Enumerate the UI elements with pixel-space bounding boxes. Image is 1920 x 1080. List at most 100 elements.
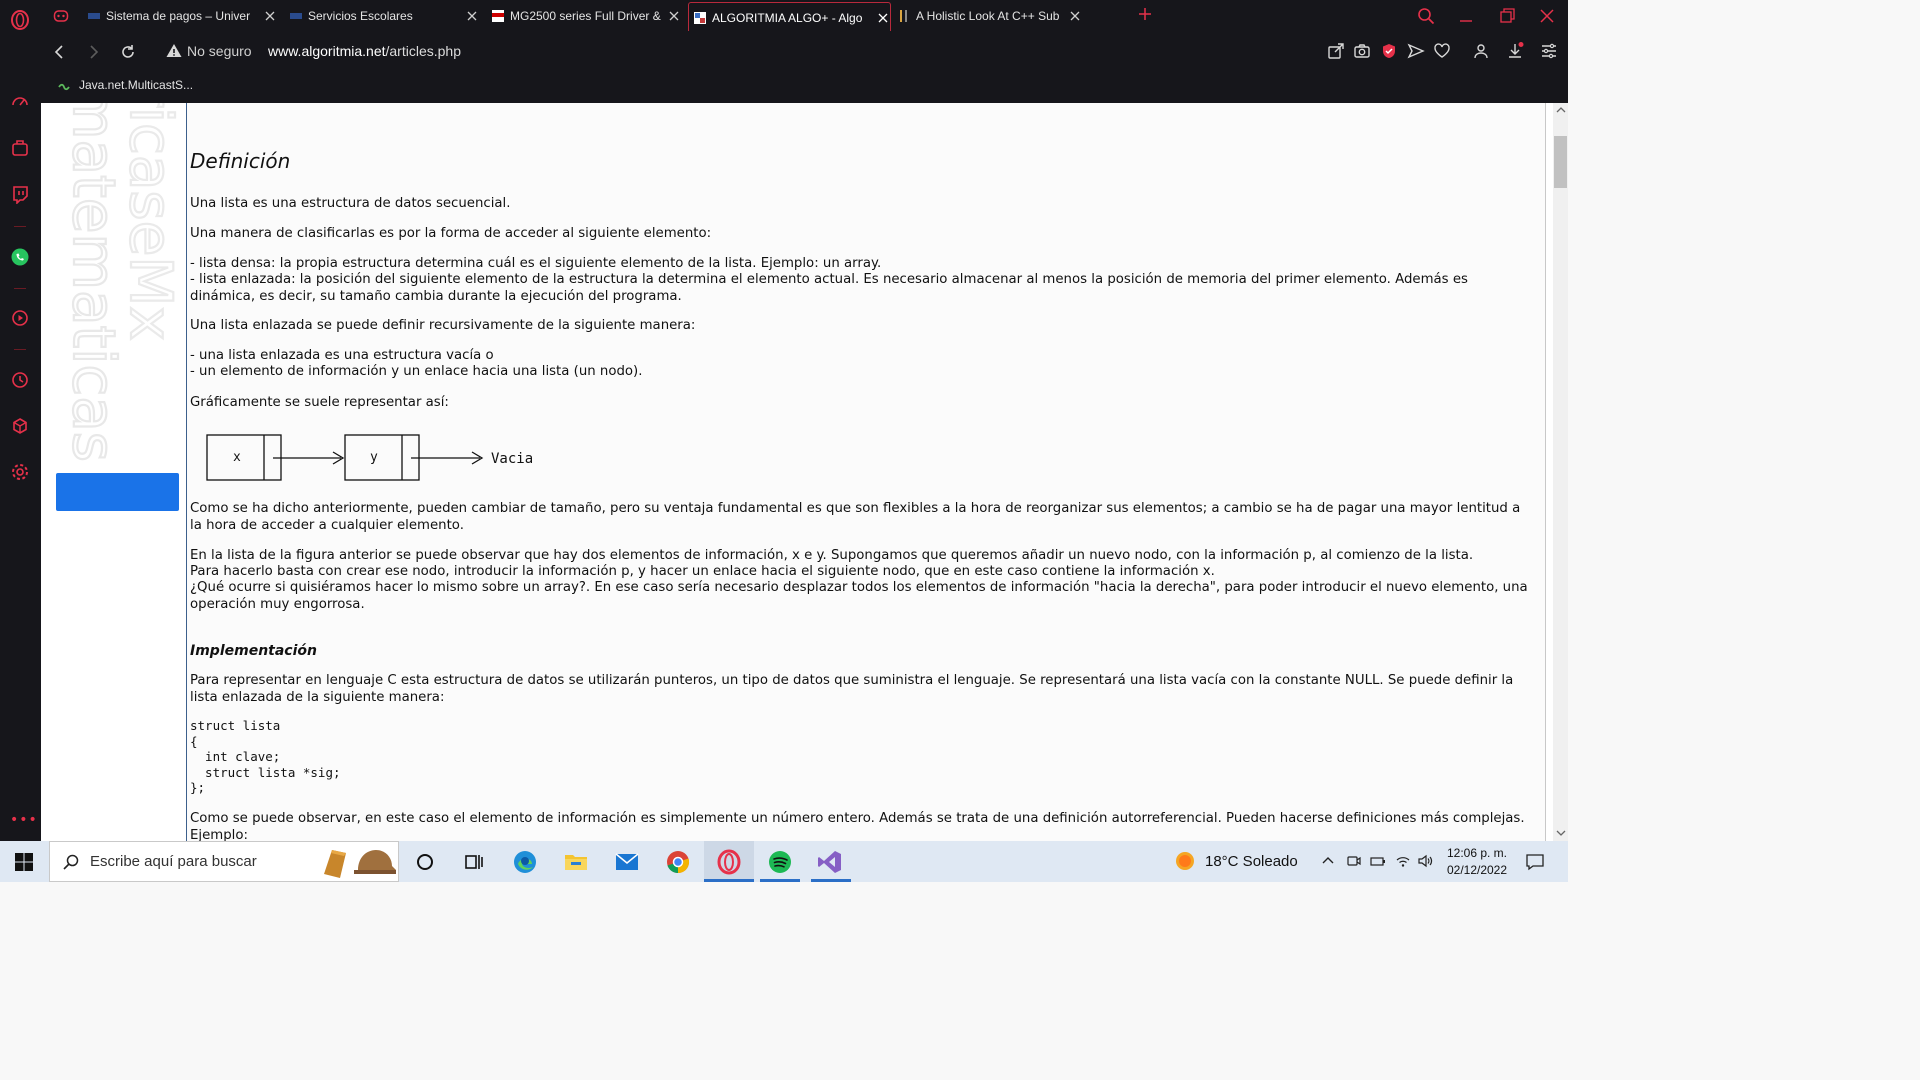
whatsapp-icon[interactable] (10, 247, 30, 267)
cortana-icon[interactable] (411, 848, 439, 876)
workspaces-icon[interactable] (53, 8, 69, 24)
close-tab-icon[interactable] (876, 11, 890, 25)
account-icon[interactable] (1472, 42, 1490, 60)
null-label: Vacia (491, 451, 533, 467)
close-window-icon[interactable] (1537, 6, 1557, 26)
opera-sidebar: ••• (0, 0, 41, 841)
extensions-icon[interactable] (10, 416, 30, 436)
page-scrollbar[interactable] (1553, 103, 1568, 841)
new-tab-plus-icon[interactable] (1138, 7, 1152, 21)
file-explorer-icon[interactable] (562, 848, 590, 876)
windows-start-icon[interactable] (14, 852, 34, 872)
search-tabs-icon[interactable] (1416, 6, 1436, 26)
watermark-logo: matematicas ricaseMx (59, 103, 179, 463)
system-clock[interactable]: 12:06 p. m. 02/12/2022 (1437, 845, 1517, 879)
scroll-down-arrow-icon[interactable] (1556, 828, 1566, 838)
algoritmia-favicon-icon (694, 11, 706, 24)
list-bullet: - un elemento de información y un enlace… (190, 364, 643, 379)
send-flow-icon[interactable] (1407, 42, 1425, 60)
clock-date: 02/12/2022 (1446, 863, 1508, 877)
twitch-icon[interactable] (10, 184, 30, 204)
meet-now-icon[interactable] (1346, 853, 1362, 869)
paragraph: En la lista de la figura anterior se pue… (190, 548, 1474, 563)
tab-sistema-de-pagos[interactable]: Sistema de pagos – Univer (87, 0, 277, 31)
bookmark-favicon-icon (58, 83, 70, 91)
tab-holistic-cpp[interactable]: A Holistic Look At C++ Sub (897, 0, 1082, 31)
history-icon[interactable] (10, 370, 30, 390)
node-y-box (344, 434, 420, 481)
tab-servicios-escolares[interactable]: Servicios Escolares (289, 0, 479, 31)
taskbar-search-box[interactable]: Escribe aquí para buscar (49, 841, 399, 882)
scroll-up-arrow-icon[interactable] (1556, 105, 1566, 115)
volume-icon[interactable] (1417, 853, 1433, 869)
downloads-icon[interactable] (1506, 42, 1524, 60)
restore-window-icon[interactable] (1497, 6, 1517, 26)
edge-browser-icon[interactable] (511, 848, 539, 876)
warning-triangle-icon[interactable] (165, 42, 183, 60)
paragraph: ¿Qué ocurre si quisiéramos hacer lo mism… (190, 580, 1528, 612)
close-tab-icon[interactable] (667, 9, 681, 23)
close-tab-icon[interactable] (263, 9, 277, 23)
bookmark-item[interactable]: Java.net.MulticastS... (57, 78, 193, 92)
gaming-icon[interactable] (10, 138, 30, 158)
canon-favicon-icon (492, 9, 504, 22)
tab-title: Sistema de pagos – Univer (106, 8, 251, 23)
forward-arrow-icon[interactable] (84, 43, 102, 61)
battery-icon[interactable] (1370, 853, 1386, 869)
address-bar: No seguro www.algoritmia.net/articles.ph… (41, 31, 1568, 72)
back-arrow-icon[interactable] (51, 43, 69, 61)
settings-gear-icon[interactable] (10, 462, 30, 482)
search-highlight-illustration-icon[interactable] (320, 844, 398, 880)
opera-logo-icon[interactable] (10, 10, 30, 30)
node-x-label: x (233, 450, 241, 465)
sidebar-separator (14, 226, 26, 227)
task-view-icon[interactable] (460, 848, 488, 876)
list-bullet: - una lista enlazada es una estructura v… (190, 348, 494, 363)
mail-icon[interactable] (613, 848, 641, 876)
search-placeholder: Escribe aquí para buscar (90, 853, 257, 870)
paragraph: Una manera de clasificarlas es por la fo… (190, 226, 712, 241)
security-label[interactable]: No seguro (187, 43, 252, 59)
tab-mg2500-driver[interactable]: MG2500 series Full Driver & (491, 0, 681, 31)
close-tab-icon[interactable] (465, 9, 479, 23)
clock-time: 12:06 p. m. (1446, 846, 1508, 860)
running-app-indicator (811, 879, 851, 882)
node-y-label: y (370, 450, 378, 465)
weather-label[interactable]: 18°C Soleado (1205, 853, 1298, 870)
url-field[interactable]: www.algoritmia.net/articles.php (268, 43, 461, 59)
sidebar-separator (14, 288, 26, 289)
more-options-icon[interactable]: ••• (10, 812, 38, 828)
search-icon (63, 854, 79, 870)
list-bullet: - lista densa: la propia estructura dete… (190, 256, 882, 271)
url-path: /articles.php (385, 43, 461, 59)
share-icon[interactable] (1327, 42, 1345, 60)
close-tab-icon[interactable] (1068, 9, 1082, 23)
scrollbar-thumb[interactable] (1554, 136, 1567, 188)
blue-banner[interactable] (56, 473, 179, 511)
svg-text:ricaseMx: ricaseMx (117, 103, 179, 341)
bookmark-label: Java.net.MulticastS... (79, 78, 194, 92)
spotify-icon[interactable] (766, 848, 794, 876)
windows-taskbar: Escribe aquí para buscar 18°C Soleado 12… (0, 841, 1568, 882)
player-icon[interactable] (10, 308, 30, 328)
notifications-icon[interactable] (1525, 852, 1545, 872)
node-x-box (206, 434, 282, 481)
visual-studio-icon[interactable] (816, 848, 844, 876)
sidebar-separator (14, 349, 26, 350)
speed-dial-icon[interactable] (10, 92, 30, 112)
easy-setup-icon[interactable] (1540, 42, 1558, 60)
heart-bookmark-icon[interactable] (1433, 42, 1451, 60)
adblock-shield-icon[interactable] (1380, 42, 1398, 60)
opera-taskbar-icon[interactable] (715, 848, 743, 876)
tab-algoritmia[interactable]: ALGORITMIA ALGO+ - Algo (688, 2, 891, 32)
paragraph: Una lista enlazada se puede definir recu… (190, 318, 696, 333)
show-hidden-icons-chevron-icon[interactable] (1320, 853, 1336, 869)
sunny-weather-icon[interactable] (1175, 851, 1195, 871)
tab-title: MG2500 series Full Driver & (510, 8, 661, 23)
wifi-icon[interactable] (1395, 853, 1411, 869)
chrome-icon[interactable] (664, 848, 692, 876)
content-right-border (1545, 103, 1546, 841)
snapshot-camera-icon[interactable] (1353, 42, 1371, 60)
minimize-window-icon[interactable] (1456, 6, 1476, 26)
reload-icon[interactable] (119, 43, 137, 61)
